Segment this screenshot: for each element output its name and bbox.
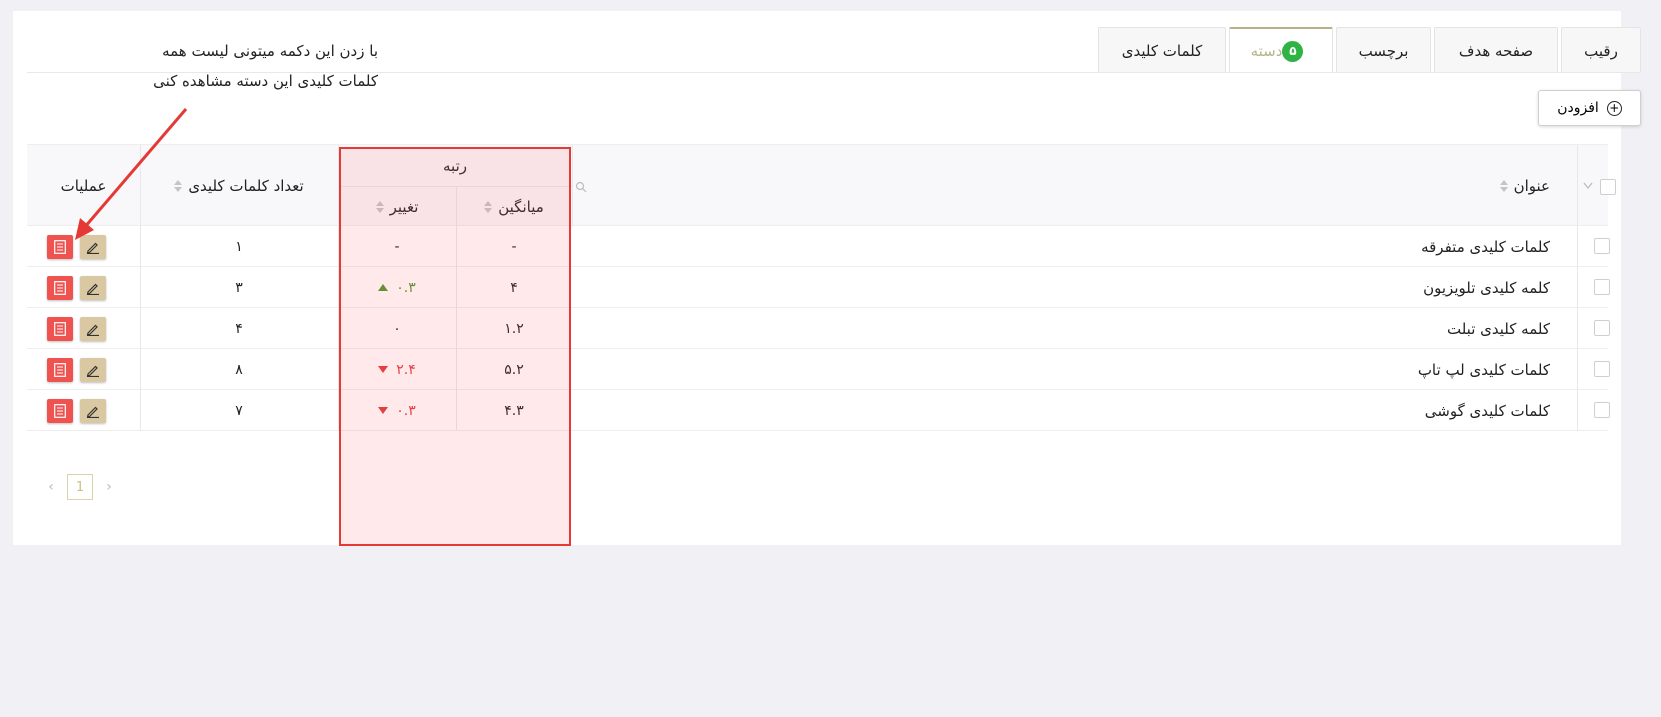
row-average: ۴ bbox=[510, 279, 518, 296]
row-keyword-count: ۸ bbox=[235, 361, 243, 378]
trend-down-icon bbox=[378, 407, 389, 414]
sort-icon[interactable] bbox=[1499, 180, 1508, 192]
table-header: عنوان رتبه میانگین تغییر تعداد کلمات کلی… bbox=[27, 144, 1616, 227]
list-document-icon bbox=[54, 321, 66, 336]
select-all-checkbox[interactable] bbox=[1600, 179, 1616, 195]
row-checkbox[interactable] bbox=[1594, 361, 1610, 377]
row-change: ۰.۳ bbox=[338, 267, 456, 308]
column-title[interactable]: عنوان bbox=[1499, 145, 1550, 227]
list-document-icon bbox=[54, 239, 66, 254]
add-button[interactable]: + افزودن bbox=[1538, 90, 1641, 126]
chevron-down-icon[interactable] bbox=[1583, 182, 1593, 190]
row-change: - bbox=[394, 238, 400, 255]
list-document-icon bbox=[54, 362, 66, 377]
row-average: ۴.۳ bbox=[504, 402, 524, 419]
tab-bar: کلمات کلیدی ۵ دسته برچسب صفحه هدف رقیب bbox=[1095, 27, 1641, 73]
tab-keywords[interactable]: کلمات کلیدی bbox=[1098, 27, 1226, 73]
row-title: کلمات کلیدی لپ تاپ bbox=[1417, 360, 1550, 379]
search-icon[interactable] bbox=[575, 181, 587, 193]
row-change: ۲.۴ bbox=[338, 349, 456, 390]
count-badge: ۵ bbox=[1282, 40, 1304, 62]
row-average: - bbox=[511, 238, 517, 255]
table-row: کلمات کلیدی متفرقه - - ۱ bbox=[27, 226, 1610, 267]
list-document-icon bbox=[54, 280, 66, 295]
row-actions bbox=[47, 390, 140, 431]
row-keyword-count: ۴ bbox=[235, 320, 243, 337]
tab-competitor[interactable]: رقیب bbox=[1561, 27, 1641, 73]
table-row: کلمات کلیدی لپ تاپ ۵.۲ ۲.۴ ۸ bbox=[27, 349, 1610, 390]
trend-up-icon bbox=[378, 284, 389, 291]
row-title: کلمه کلیدی تبلت bbox=[1446, 319, 1550, 338]
list-keywords-button[interactable] bbox=[47, 316, 73, 341]
row-keyword-count: ۷ bbox=[235, 402, 243, 419]
row-title: کلمه کلیدی تلویزیون bbox=[1423, 278, 1550, 297]
row-keyword-count: ۳ bbox=[235, 279, 243, 296]
edit-button[interactable] bbox=[80, 275, 106, 300]
row-actions bbox=[47, 349, 140, 390]
page-number[interactable]: 1 bbox=[67, 474, 93, 500]
column-change[interactable]: تغییر bbox=[338, 186, 456, 227]
list-keywords-button[interactable] bbox=[47, 398, 73, 423]
list-keywords-button[interactable] bbox=[47, 357, 73, 382]
row-title: کلمات کلیدی متفرقه bbox=[1421, 237, 1550, 256]
table-row: کلمات کلیدی گوشی ۴.۳ ۰.۳ ۷ bbox=[27, 390, 1610, 431]
trend-down-icon bbox=[378, 366, 389, 373]
row-actions bbox=[47, 308, 140, 349]
next-page-icon[interactable]: › bbox=[101, 479, 117, 495]
row-average: ۵.۲ bbox=[504, 361, 524, 378]
edit-button[interactable] bbox=[80, 357, 106, 382]
row-change: ۰ bbox=[393, 320, 401, 337]
row-checkbox[interactable] bbox=[1594, 279, 1610, 295]
row-title: کلمات کلیدی گوشی bbox=[1424, 401, 1550, 420]
pencil-icon bbox=[86, 324, 99, 336]
row-checkbox[interactable] bbox=[1594, 320, 1610, 336]
categories-table: عنوان رتبه میانگین تغییر تعداد کلمات کلی… bbox=[27, 144, 1616, 431]
list-keywords-button[interactable] bbox=[47, 275, 73, 300]
tab-category[interactable]: ۵ دسته bbox=[1229, 27, 1333, 73]
row-actions bbox=[47, 267, 140, 308]
pencil-icon bbox=[86, 365, 99, 377]
column-rank: رتبه bbox=[443, 156, 467, 175]
prev-page-icon[interactable]: ‹ bbox=[43, 479, 59, 495]
row-change: ۰.۳ bbox=[338, 390, 456, 431]
pencil-icon bbox=[86, 406, 99, 418]
pagination: ‹ 1 › bbox=[43, 474, 117, 500]
tab-tag[interactable]: برچسب bbox=[1336, 27, 1431, 73]
row-checkbox[interactable] bbox=[1594, 238, 1610, 254]
plus-circle-icon: + bbox=[1606, 100, 1622, 116]
column-average[interactable]: میانگین bbox=[456, 186, 572, 227]
table-row: کلمه کلیدی تلویزیون ۴ ۰.۳ ۳ bbox=[27, 267, 1610, 308]
row-average: ۱.۲ bbox=[504, 320, 524, 337]
sort-icon[interactable] bbox=[375, 200, 384, 213]
annotation-arrow bbox=[75, 108, 188, 240]
list-document-icon bbox=[54, 403, 66, 418]
annotation-text: با زدن این دکمه میتونی لیست همه کلمات کل… bbox=[153, 42, 378, 90]
sort-icon[interactable] bbox=[484, 200, 493, 213]
edit-button[interactable] bbox=[80, 398, 106, 423]
pencil-icon bbox=[86, 283, 99, 295]
edit-button[interactable] bbox=[80, 316, 106, 341]
row-checkbox[interactable] bbox=[1594, 402, 1610, 418]
tab-landing-page[interactable]: صفحه هدف bbox=[1434, 27, 1558, 73]
table-row: کلمه کلیدی تبلت ۱.۲ ۰ ۴ bbox=[27, 308, 1610, 349]
